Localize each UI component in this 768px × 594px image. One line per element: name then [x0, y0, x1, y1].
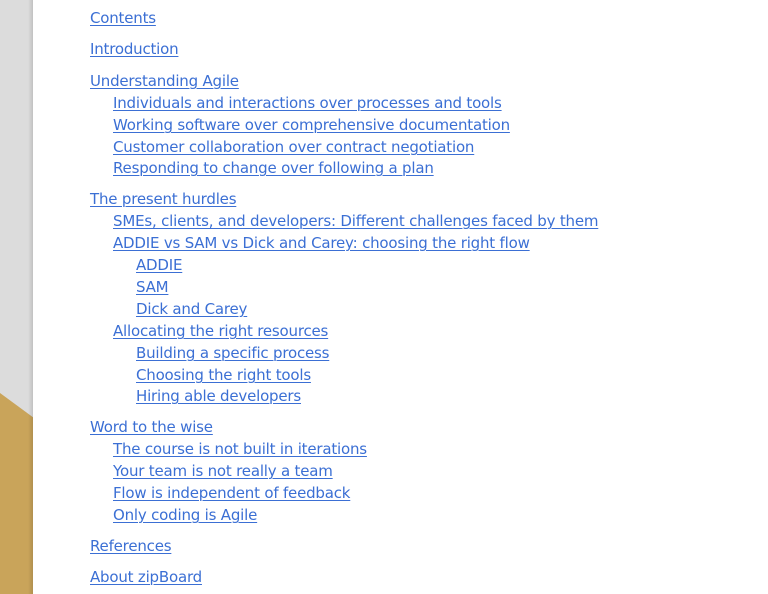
toc-link-flow-independent-feedback[interactable]: Flow is independent of feedback	[113, 484, 350, 502]
toc-link-allocating-resources[interactable]: Allocating the right resources	[113, 322, 328, 340]
toc-link-addie[interactable]: ADDIE	[136, 256, 182, 274]
toc-link-understanding-agile[interactable]: Understanding Agile	[90, 72, 239, 90]
toc-link-building-process[interactable]: Building a specific process	[136, 344, 329, 362]
toc-link-hiring-developers[interactable]: Hiring able developers	[136, 387, 301, 405]
toc-link-introduction[interactable]: Introduction	[90, 40, 179, 58]
toc-link-smes-clients-developers[interactable]: SMEs, clients, and developers: Different…	[113, 212, 598, 230]
toc-link-dick-and-carey[interactable]: Dick and Carey	[136, 300, 247, 318]
toc-link-contents[interactable]: Contents	[90, 9, 156, 27]
toc-link-about-zipboard[interactable]: About zipBoard	[90, 568, 202, 586]
toc-link-working-software[interactable]: Working software over comprehensive docu…	[113, 116, 510, 134]
toc-link-word-to-the-wise[interactable]: Word to the wise	[90, 418, 213, 436]
toc-link-only-coding-agile[interactable]: Only coding is Agile	[113, 506, 257, 524]
toc-link-individuals-interactions[interactable]: Individuals and interactions over proces…	[113, 94, 502, 112]
toc-link-sam[interactable]: SAM	[136, 278, 169, 296]
toc-link-course-not-iterations[interactable]: The course is not built in iterations	[113, 440, 367, 458]
document-page: Contents Introduction Understanding Agil…	[33, 0, 768, 594]
toc-link-team-not-team[interactable]: Your team is not really a team	[113, 462, 333, 480]
document-viewer: Contents Introduction Understanding Agil…	[0, 0, 768, 594]
toc-link-choosing-tools[interactable]: Choosing the right tools	[136, 366, 311, 384]
toc-link-addie-vs-sam[interactable]: ADDIE vs SAM vs Dick and Carey: choosing…	[113, 234, 530, 252]
toc-link-present-hurdles[interactable]: The present hurdles	[90, 190, 237, 208]
toc-link-references[interactable]: References	[90, 537, 172, 555]
toc-link-customer-collaboration[interactable]: Customer collaboration over contract neg…	[113, 138, 474, 156]
toc-link-responding-to-change[interactable]: Responding to change over following a pl…	[113, 159, 434, 177]
